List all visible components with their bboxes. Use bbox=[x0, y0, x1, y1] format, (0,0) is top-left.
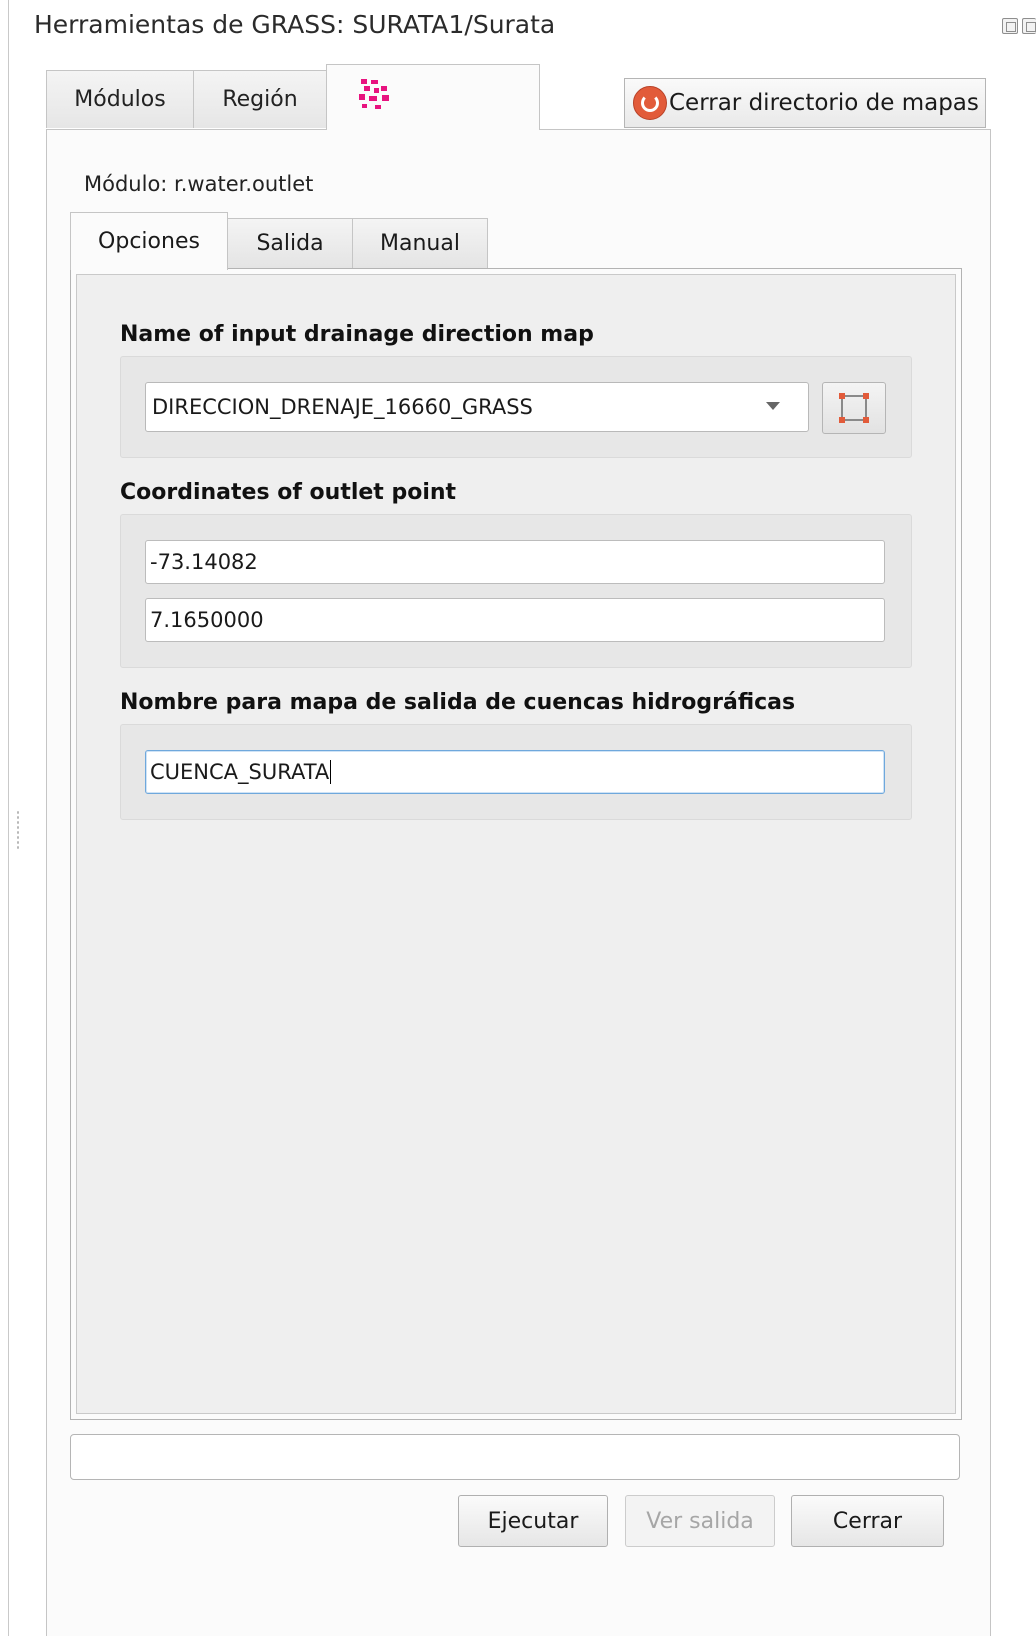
status-text-box bbox=[70, 1434, 960, 1480]
output-basin-label: Nombre para mapa de salida de cuencas hi… bbox=[120, 690, 796, 715]
power-icon bbox=[633, 86, 667, 120]
dock-resize-handle[interactable] bbox=[16, 810, 20, 850]
close-button-label: Cerrar bbox=[832, 1508, 903, 1534]
output-basin-value: CUENCA_SURATA bbox=[150, 760, 330, 784]
coordinate-x-field[interactable]: -73.14082 bbox=[145, 540, 885, 584]
close-button[interactable]: Cerrar bbox=[791, 1495, 944, 1547]
tab-manual[interactable]: Manual bbox=[352, 218, 488, 268]
view-output-button[interactable]: Ver salida bbox=[625, 1495, 775, 1547]
tab-modulos-label: Módulos bbox=[74, 87, 166, 112]
tab-modulos[interactable]: Módulos bbox=[46, 70, 194, 128]
chevron-down-icon[interactable] bbox=[766, 402, 780, 410]
coordinates-group bbox=[120, 514, 912, 668]
run-button-label: Ejecutar bbox=[487, 1508, 579, 1534]
close-mapset-button[interactable]: Cerrar directorio de mapas bbox=[624, 78, 986, 128]
run-button[interactable]: Ejecutar bbox=[458, 1495, 608, 1547]
view-output-button-label: Ver salida bbox=[646, 1508, 754, 1534]
drainage-map-label: Name of input drainage direction map bbox=[120, 322, 594, 347]
grass-module-icon bbox=[359, 79, 389, 109]
select-from-canvas-icon bbox=[839, 393, 869, 423]
coordinate-y-field[interactable]: 7.1650000 bbox=[145, 598, 885, 642]
select-from-canvas-button[interactable] bbox=[822, 382, 886, 434]
tab-module[interactable] bbox=[326, 64, 540, 130]
close-icon[interactable] bbox=[1022, 18, 1036, 34]
text-caret bbox=[330, 760, 332, 784]
tab-opciones[interactable]: Opciones bbox=[70, 212, 228, 270]
output-basin-field[interactable]: CUENCA_SURATA bbox=[145, 750, 885, 794]
tab-manual-label: Manual bbox=[380, 231, 460, 256]
tab-salida[interactable]: Salida bbox=[227, 218, 353, 268]
tab-salida-label: Salida bbox=[256, 231, 324, 256]
tab-region[interactable]: Región bbox=[193, 70, 327, 128]
float-icon[interactable] bbox=[1002, 18, 1018, 34]
dock-edge bbox=[8, 0, 9, 1636]
close-mapset-label: Cerrar directorio de mapas bbox=[669, 90, 979, 116]
tab-opciones-label: Opciones bbox=[98, 229, 200, 254]
coordinate-x-value: -73.14082 bbox=[150, 550, 258, 574]
module-name-label: Módulo: r.water.outlet bbox=[84, 172, 314, 196]
tab-region-label: Región bbox=[222, 87, 298, 112]
window-title: Herramientas de GRASS: SURATA1/Surata bbox=[34, 10, 556, 39]
drainage-map-value: DIRECCION_DRENAJE_16660_GRASS bbox=[152, 395, 533, 419]
coordinates-label: Coordinates of outlet point bbox=[120, 480, 457, 505]
drainage-map-select[interactable]: DIRECCION_DRENAJE_16660_GRASS bbox=[145, 382, 809, 432]
coordinate-y-value: 7.1650000 bbox=[150, 608, 264, 632]
